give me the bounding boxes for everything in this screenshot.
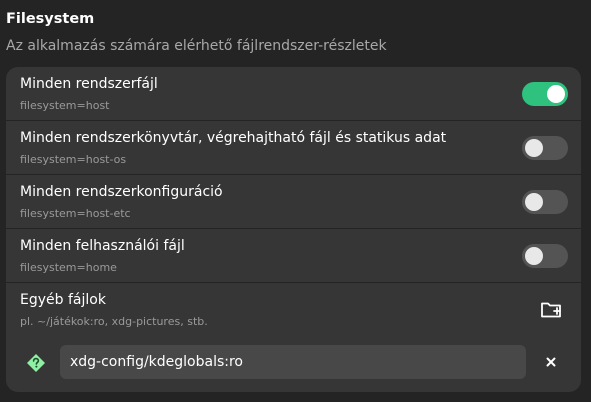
row-host-etc: Minden rendszerkonfiguráció filesystem=h… bbox=[6, 175, 581, 229]
row-title: Egyéb fájlok bbox=[20, 292, 106, 308]
host-os-toggle[interactable] bbox=[522, 136, 568, 160]
remove-entry-button[interactable] bbox=[539, 350, 563, 374]
row-subtitle: filesystem=home bbox=[20, 261, 117, 274]
row-subtitle: pl. ~/játékok:ro, xdg-pictures, stb. bbox=[20, 315, 208, 328]
question-diamond-icon bbox=[27, 354, 45, 372]
section-description: Az alkalmazás számára elérhető fájlrends… bbox=[6, 38, 387, 54]
filesystem-entry-input[interactable] bbox=[60, 345, 526, 379]
row-title: Minden felhasználói fájl bbox=[20, 238, 185, 254]
toggle-knob bbox=[525, 247, 543, 265]
add-folder-button[interactable] bbox=[538, 296, 564, 322]
close-icon bbox=[546, 357, 556, 367]
entry-row bbox=[6, 337, 581, 392]
row-host: Minden rendszerfájl filesystem=host bbox=[6, 67, 581, 121]
row-host-os: Minden rendszerkönyvtár, végrehajtható f… bbox=[6, 121, 581, 175]
section-title: Filesystem bbox=[6, 11, 95, 27]
row-subtitle: filesystem=host-os bbox=[20, 153, 127, 166]
row-subtitle: filesystem=host bbox=[20, 99, 110, 112]
toggle-knob bbox=[547, 85, 565, 103]
row-subtitle: filesystem=host-etc bbox=[20, 207, 131, 220]
toggle-knob bbox=[525, 193, 543, 211]
row-title: Minden rendszerkönyvtár, végrehajtható f… bbox=[20, 130, 447, 146]
row-home: Minden felhasználói fájl filesystem=home bbox=[6, 229, 581, 283]
host-toggle[interactable] bbox=[522, 82, 568, 106]
row-other-files: Egyéb fájlok pl. ~/játékok:ro, xdg-pictu… bbox=[6, 283, 581, 337]
filesystem-card: Minden rendszerfájl filesystem=host Mind… bbox=[6, 67, 581, 392]
row-title: Minden rendszerkonfiguráció bbox=[20, 184, 223, 200]
home-toggle[interactable] bbox=[522, 244, 568, 268]
host-etc-toggle[interactable] bbox=[522, 190, 568, 214]
row-title: Minden rendszerfájl bbox=[20, 76, 158, 92]
toggle-knob bbox=[525, 139, 543, 157]
folder-new-icon bbox=[541, 302, 561, 318]
